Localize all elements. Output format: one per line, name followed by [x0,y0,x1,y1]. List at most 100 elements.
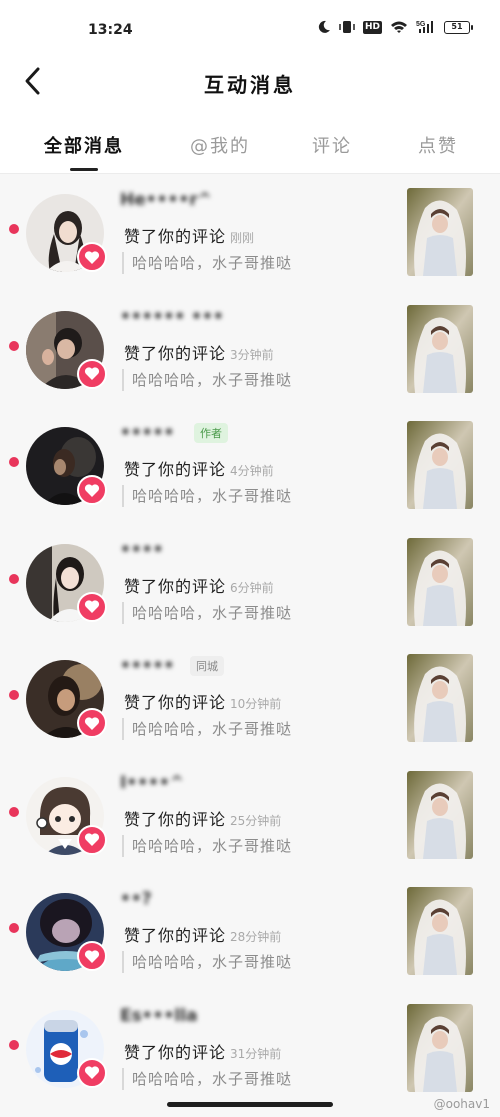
post-thumbnail[interactable] [407,770,473,859]
post-thumbnail[interactable] [407,421,473,509]
action-label: 赞了你的评论 [124,1042,227,1062]
battery-icon: 51 [444,20,473,34]
heart-icon [84,250,100,264]
heart-icon [84,949,100,963]
heart-icon [84,483,100,497]
like-badge [77,591,107,622]
action-text: 赞了你的评论 4分钟前 [124,456,274,480]
like-badge [77,1057,107,1088]
signal-icon: 5G [416,21,433,33]
post-thumbnail[interactable] [407,654,473,742]
tab-all-messages[interactable]: 全部消息 [44,132,124,158]
action-text: 赞了你的评论 6分钟前 [124,573,274,597]
like-badge [77,358,107,389]
unread-dot [9,340,19,351]
comment-quote: 哈哈哈哈，水子哥推哒 [122,601,292,624]
list-item[interactable]: •••••• ••• 赞了你的评论 3分钟前 哈哈哈哈，水子哥推哒 [0,291,500,408]
tab-comments[interactable]: 评论 [312,132,352,158]
nav-bar: 互动消息 [0,52,500,112]
unread-dot [9,224,19,234]
post-thumbnail[interactable] [407,188,473,276]
comment-quote: 哈哈哈哈，水子哥推哒 [122,951,292,973]
post-thumbnail[interactable] [407,304,473,393]
list-item[interactable]: I••••^ 赞了你的评论 25分钟前 哈哈哈哈，水子哥推哒 [0,757,500,874]
action-text: 赞了你的评论 10分钟前 [124,689,281,713]
action-label: 赞了你的评论 [124,343,227,363]
comment-quote: 哈哈哈哈，水子哥推哒 [122,252,292,274]
user-name[interactable]: ••••• [120,656,174,676]
heart-icon [84,833,100,846]
unread-dot [9,923,19,933]
timestamp: 10分钟前 [230,697,282,711]
action-text: 赞了你的评论 31分钟前 [124,1039,281,1063]
like-badge [77,941,107,971]
action-text: 赞了你的评论 刚刚 [124,223,254,247]
comment-quote: 哈哈哈哈，水子哥推哒 [122,718,292,740]
list-item[interactable]: He••••r^ 赞了你的评论 刚刚 哈哈哈哈，水子哥推哒 [0,174,500,291]
moon-icon [318,20,330,33]
list-item[interactable]: •••• 赞了你的评论 6分钟前 哈哈哈哈，水子哥推哒 [0,524,500,641]
message-list: He••••r^ 赞了你的评论 刚刚 哈哈哈哈，水子哥推哒 •••••• •••… [0,174,500,1106]
action-text: 赞了你的评论 3分钟前 [124,340,274,364]
user-name[interactable]: •••• [120,540,163,560]
timestamp: 28分钟前 [230,930,282,944]
action-label: 赞了你的评论 [124,926,227,945]
list-item[interactable]: Es•••lla 赞了你的评论 31分钟前 哈哈哈哈，水子哥推哒 [0,990,500,1107]
status-time: 13:24 [88,22,133,38]
heart-icon [84,1066,100,1079]
heart-icon [84,716,100,730]
action-label: 赞了你的评论 [124,227,227,246]
user-name[interactable]: ••••• [120,423,174,443]
status-icons: HD 5G 51 [317,20,473,34]
action-text: 赞了你的评论 25分钟前 [124,806,281,830]
watermark: @oohav1 [433,1097,490,1111]
status-bar: 13:24 HD 5G 51 [0,0,500,52]
post-thumbnail[interactable] [407,1003,473,1092]
tab-active-indicator [70,168,98,171]
comment-quote: 哈哈哈哈，水子哥推哒 [122,485,292,507]
unread-dot [9,806,19,817]
timestamp: 31分钟前 [230,1046,282,1061]
heart-icon [84,600,100,613]
like-badge [77,824,107,855]
timestamp: 4分钟前 [230,464,274,478]
timestamp: 刚刚 [230,231,255,245]
list-item[interactable]: ••••• 同城 赞了你的评论 10分钟前 哈哈哈哈，水子哥推哒 [0,640,500,757]
user-name[interactable]: He••••r^ [120,190,212,210]
post-thumbnail[interactable] [407,887,473,975]
list-item[interactable]: ••? 赞了你的评论 28分钟前 哈哈哈哈，水子哥推哒 [0,873,500,990]
wifi-icon [391,21,407,33]
svg-text:5G: 5G [416,21,426,28]
action-label: 赞了你的评论 [124,576,227,596]
vibrate-icon [339,21,355,33]
tab-mentions[interactable]: @我的 [190,132,250,158]
like-badge [77,708,107,738]
user-name[interactable]: Es•••lla [120,1006,197,1026]
post-thumbnail[interactable] [407,537,473,626]
unread-dot [9,690,19,700]
action-label: 赞了你的评论 [124,460,227,479]
same-city-tag: 同城 [190,656,224,676]
action-label: 赞了你的评论 [124,693,227,712]
user-name[interactable]: ••? [120,889,152,909]
list-item[interactable]: ••••• 作者 赞了你的评论 4分钟前 哈哈哈哈，水子哥推哒 [0,407,500,524]
heart-icon [84,367,100,380]
action-label: 赞了你的评论 [124,809,227,829]
comment-quote: 哈哈哈哈，水子哥推哒 [122,834,292,857]
comment-quote: 哈哈哈哈，水子哥推哒 [122,368,292,391]
like-badge [77,475,107,505]
unread-dot [9,457,19,467]
timestamp: 6分钟前 [230,580,274,595]
author-tag: 作者 [194,423,228,443]
unread-dot [9,1039,19,1050]
timestamp: 3分钟前 [230,347,274,362]
home-indicator[interactable] [167,1102,333,1107]
user-name[interactable]: •••••• ••• [120,307,224,327]
user-name[interactable]: I••••^ [120,773,184,793]
tab-likes[interactable]: 点赞 [418,132,458,158]
page-title: 互动消息 [204,73,296,97]
unread-dot [9,573,19,584]
timestamp: 25分钟前 [230,813,282,828]
like-badge [77,242,107,272]
comment-quote: 哈哈哈哈，水子哥推哒 [122,1067,292,1090]
